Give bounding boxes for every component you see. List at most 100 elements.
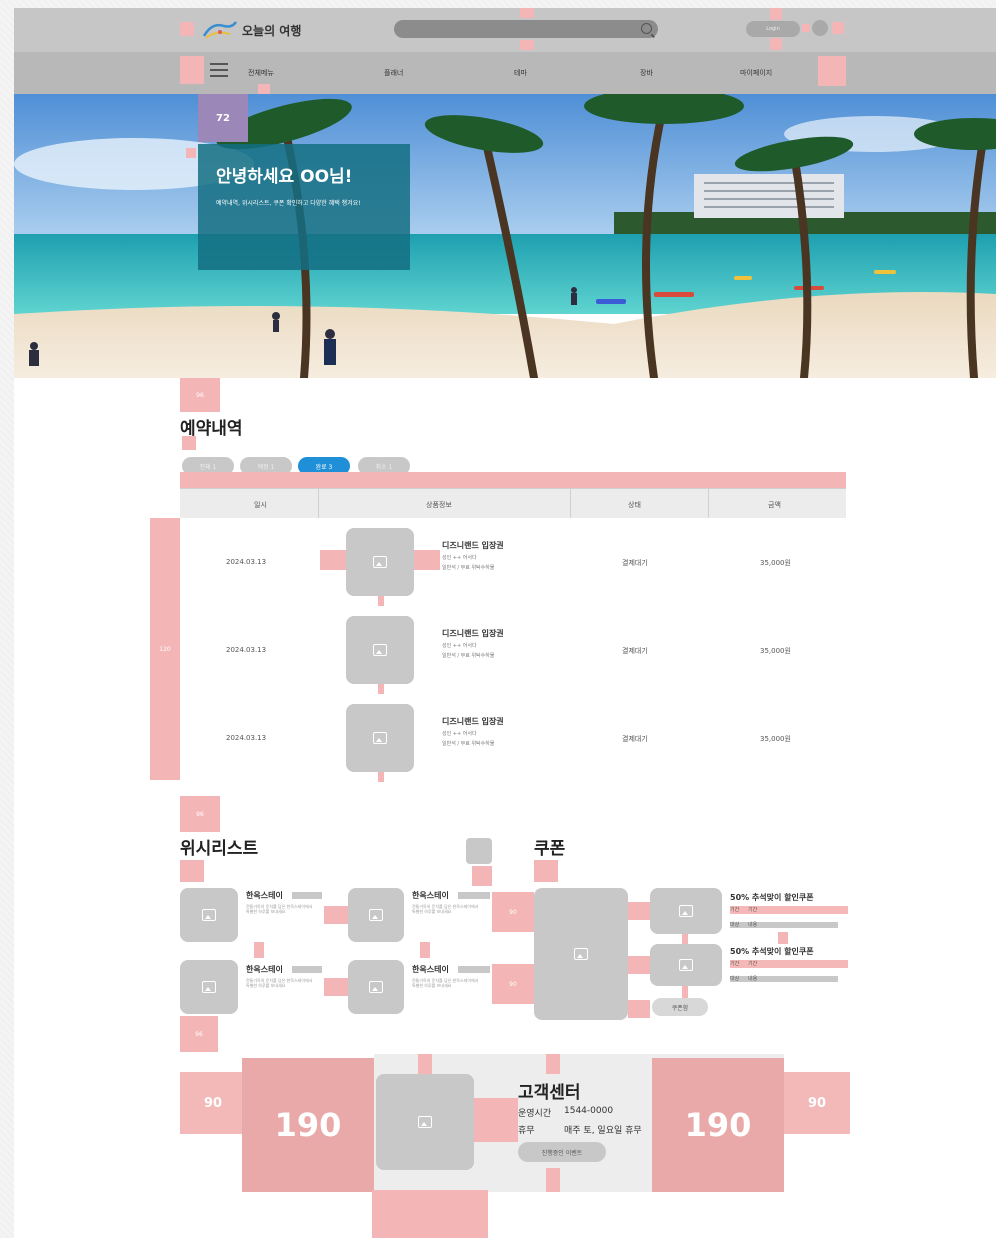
divider: [318, 488, 319, 518]
nav-item-shop[interactable]: 장바: [640, 68, 653, 78]
text-placeholder-bar: [730, 922, 838, 928]
row-status: 결제대기: [622, 735, 648, 743]
spacing-marker: 90: [492, 964, 534, 1004]
divider: [708, 488, 709, 518]
login-button[interactable]: Login: [746, 21, 800, 37]
image-icon: [679, 905, 693, 917]
welcome-title: 안녕하세요 OO님!: [216, 167, 353, 187]
coupon-item-title[interactable]: 50% 추석맞이 할인쿠폰: [730, 946, 814, 957]
customer-center-image: [376, 1074, 474, 1170]
spacing-marker: [802, 24, 810, 32]
beach-photo: [14, 94, 996, 378]
spacing-marker: 190: [652, 1058, 784, 1192]
wishlist-thumbnail[interactable]: [180, 888, 238, 942]
spacing-marker: [378, 684, 384, 694]
image-icon: [202, 981, 216, 993]
coupon-thumbnail[interactable]: [650, 944, 722, 986]
spacing-marker: 90: [784, 1072, 850, 1134]
wishlist-item-title[interactable]: 한옥스테이: [246, 964, 283, 975]
coupon-box-button[interactable]: 쿠폰함: [652, 998, 708, 1016]
search-input[interactable]: [394, 20, 658, 38]
text-placeholder-bar: [730, 976, 838, 982]
product-thumbnail[interactable]: [346, 616, 414, 684]
coupon-period-label: 기간: [730, 907, 740, 913]
coupon-thumbnail[interactable]: [650, 888, 722, 934]
logo-icon[interactable]: [200, 18, 240, 44]
product-title[interactable]: 디즈니랜드 입장권: [442, 540, 504, 551]
coupon-target-label: 대상: [730, 922, 740, 928]
image-icon: [418, 1116, 432, 1128]
product-thumbnail[interactable]: [346, 704, 414, 772]
event-button[interactable]: 진행중인 이벤트: [518, 1142, 606, 1162]
product-sub: 일반석 / 무료 위탁수하물: [442, 565, 495, 571]
wishlist-thumbnail[interactable]: [180, 960, 238, 1014]
coupon-main-image[interactable]: [534, 888, 628, 1020]
image-icon: [574, 948, 588, 960]
product-title[interactable]: 디즈니랜드 입장권: [442, 628, 504, 639]
table-row[interactable]: 2024.03.13 디즈니랜드 입장권 성인 ++ 어서다 일반석 / 무료 …: [180, 694, 846, 782]
spacing-marker: [372, 1190, 488, 1238]
row-status: 결제대기: [622, 647, 648, 655]
wishlist-item-title[interactable]: 한옥스테이: [412, 964, 449, 975]
hours-value: 1544-0000: [564, 1106, 614, 1116]
nav-item-all[interactable]: 전체메뉴: [248, 68, 274, 78]
wishlist-item-title[interactable]: 한옥스테이: [412, 890, 449, 901]
text-placeholder-bar: [292, 892, 322, 899]
spacing-marker: [682, 986, 688, 998]
image-icon: [369, 981, 383, 993]
coupon-target-label: 대상: [730, 976, 740, 982]
image-icon: [373, 732, 387, 744]
menu-icon[interactable]: [210, 63, 228, 77]
spacing-marker: [414, 550, 440, 570]
coupon-item-title[interactable]: 50% 추석맞이 할인쿠폰: [730, 892, 814, 903]
coupon-period-label: 기간: [730, 961, 740, 967]
nav-item-planner[interactable]: 플래너: [384, 68, 403, 78]
row-date: 2024.03.13: [226, 734, 267, 742]
wishlist-item-desc: 전통가옥의 운치를 담은 한옥스테이에서 특별한 하루를 보내세요: [246, 904, 313, 914]
spacing-marker: 96: [180, 1016, 218, 1052]
spacing-marker: [628, 902, 650, 920]
spacing-marker: [324, 978, 348, 996]
wishlist-thumbnail[interactable]: [348, 960, 404, 1014]
spacing-marker: [628, 1000, 650, 1018]
table-row[interactable]: 2024.03.13 디즈니랜드 입장권 성인 ++ 어서다 일반석 / 무료 …: [180, 518, 846, 606]
wishlist-item-title[interactable]: 한옥스테이: [246, 890, 283, 901]
spacing-marker: 90: [492, 892, 534, 932]
spacing-marker: [770, 38, 782, 50]
spacing-marker: 90: [180, 1072, 246, 1134]
nav-item-mypage[interactable]: 마이페이지: [740, 68, 772, 78]
spacing-marker: [818, 56, 846, 86]
cart-icon[interactable]: [812, 20, 828, 36]
product-thumbnail[interactable]: [346, 528, 414, 596]
customer-center-title: 고객센터: [518, 1083, 581, 1103]
coupon-period-value: 기간: [748, 961, 758, 967]
row-price: 35,000원: [760, 559, 791, 567]
spacing-marker: [378, 772, 384, 782]
wishlist-thumbnail[interactable]: [348, 888, 404, 942]
nav-item-theme[interactable]: 테마: [514, 68, 527, 78]
wishlist-item-desc: 전통가옥의 운치를 담은 한옥스테이에서 특별한 하루를 보내세요: [246, 978, 313, 988]
spacing-marker: [420, 942, 430, 958]
spacing-marker: 96: [180, 796, 220, 832]
text-placeholder-bar: [458, 892, 490, 899]
spacing-marker: [180, 472, 846, 488]
spacing-marker: [628, 956, 650, 974]
spacing-marker: [520, 8, 534, 18]
wishlist-title: 위시리스트: [180, 839, 259, 859]
image-icon: [369, 909, 383, 921]
holiday-value: 매주 토, 일요일 휴무: [564, 1126, 642, 1136]
text-placeholder-bar: [458, 966, 490, 973]
spacing-marker: [534, 860, 558, 882]
product-title[interactable]: 디즈니랜드 입장권: [442, 716, 504, 727]
wishlist-item-desc: 전통가옥의 운치를 담은 한옥스테이에서 특별한 하루를 보내세요: [412, 904, 479, 914]
spacing-marker: [778, 932, 788, 944]
spacing-marker: [258, 84, 270, 94]
product-sub: 성인 ++ 어서다: [442, 643, 477, 649]
search-icon[interactable]: [641, 23, 652, 34]
coupon-target-value: 내용: [748, 976, 758, 982]
image-icon: [373, 644, 387, 656]
divider: [570, 488, 571, 518]
spacing-marker: [186, 148, 196, 158]
table-row[interactable]: 2024.03.13 디즈니랜드 입장권 성인 ++ 어서다 일반석 / 무료 …: [180, 606, 846, 694]
logo-text[interactable]: 오늘의 여행: [242, 22, 301, 39]
